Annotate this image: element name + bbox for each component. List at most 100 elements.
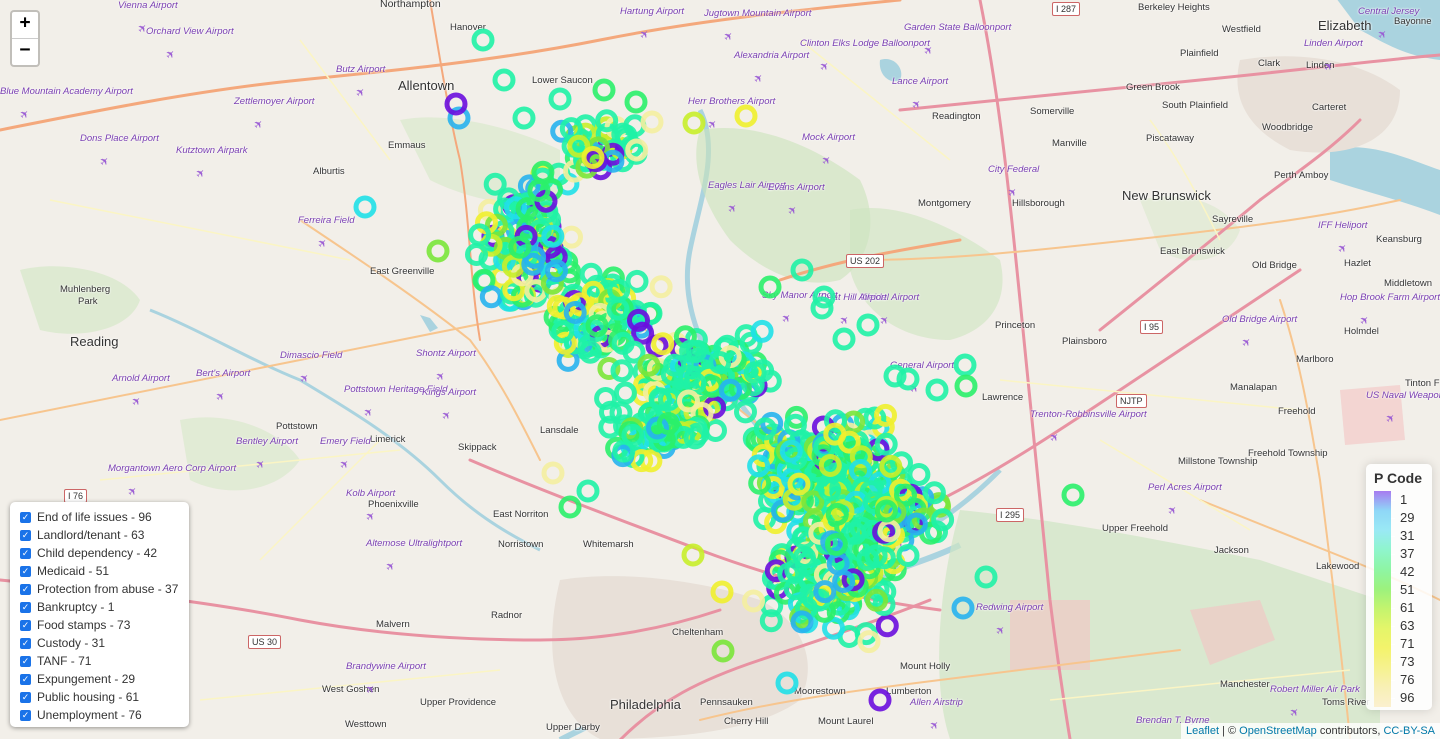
case-marker[interactable]	[541, 461, 565, 485]
case-marker[interactable]	[868, 688, 892, 712]
legend-tick	[1391, 536, 1395, 537]
case-marker[interactable]	[974, 565, 998, 589]
layer-row[interactable]: ✓ End of life issues - 96	[20, 508, 189, 526]
legend-label: 63	[1400, 618, 1415, 633]
checkbox-checked-icon[interactable]: ✓	[20, 691, 31, 703]
case-marker[interactable]	[711, 639, 735, 663]
case-marker[interactable]	[734, 104, 758, 128]
layer-row[interactable]: ✓ Custody - 31	[20, 634, 189, 652]
layer-label: Medicaid - 51	[37, 564, 110, 578]
attribution-contrib: contributors,	[1316, 725, 1384, 737]
legend-tick	[1391, 554, 1395, 555]
layer-label: TANF - 71	[37, 654, 92, 668]
legend-label: 42	[1400, 564, 1415, 579]
case-marker[interactable]	[875, 614, 899, 638]
case-marker[interactable]	[624, 90, 648, 114]
layer-label: Protection from abuse - 37	[37, 582, 179, 596]
layer-label: Custody - 31	[37, 636, 106, 650]
case-marker[interactable]	[775, 671, 799, 695]
legend-label: 71	[1400, 636, 1415, 651]
leaflet-link[interactable]: Leaflet	[1186, 725, 1219, 737]
attribution-separator: | ©	[1219, 725, 1240, 737]
map-canvas[interactable]: Northampton Hanover Allentown Lower Saucon E…	[0, 0, 1440, 739]
layer-control: ✓ End of life issues - 96 ✓ Landlord/tenan…	[10, 502, 189, 727]
case-marker[interactable]	[649, 275, 673, 299]
osm-link[interactable]: OpenStreetMap	[1239, 725, 1317, 737]
case-marker[interactable]	[953, 353, 977, 377]
layer-label: Bankruptcy - 1	[37, 600, 115, 614]
case-marker[interactable]	[710, 580, 734, 604]
layer-row[interactable]: ✓ Child dependency - 42	[20, 544, 189, 562]
legend-tick	[1391, 626, 1395, 627]
checkbox-checked-icon[interactable]: ✓	[20, 565, 31, 577]
layer-row[interactable]: ✓ Expungement - 29	[20, 670, 189, 688]
checkbox-checked-icon[interactable]: ✓	[20, 583, 31, 595]
case-marker[interactable]	[576, 479, 600, 503]
case-marker[interactable]	[512, 106, 536, 130]
zoom-in-button[interactable]: +	[12, 12, 38, 38]
legend-label: 73	[1400, 654, 1415, 669]
case-marker[interactable]	[832, 327, 856, 351]
case-marker[interactable]	[548, 87, 572, 111]
layer-label: Food stamps - 73	[37, 618, 131, 632]
case-marker[interactable]	[907, 463, 931, 486]
legend-tick	[1391, 500, 1395, 501]
marker-layer[interactable]	[0, 0, 1440, 739]
case-marker[interactable]	[492, 68, 516, 92]
legend-title: P Code	[1374, 470, 1422, 486]
legend-label: 29	[1400, 510, 1415, 525]
case-marker[interactable]	[640, 110, 664, 134]
checkbox-checked-icon[interactable]: ✓	[20, 709, 31, 721]
case-marker[interactable]	[560, 225, 583, 249]
case-marker[interactable]	[353, 195, 377, 219]
layer-row[interactable]: ✓ Protection from abuse - 37	[20, 580, 189, 598]
case-marker[interactable]	[558, 495, 582, 519]
checkbox-checked-icon[interactable]: ✓	[20, 547, 31, 559]
legend-label: 61	[1400, 600, 1415, 615]
case-marker[interactable]	[426, 239, 450, 263]
case-marker[interactable]	[790, 258, 814, 282]
checkbox-checked-icon[interactable]: ✓	[20, 529, 31, 541]
case-marker[interactable]	[951, 596, 975, 620]
legend-gradient-bar	[1374, 491, 1391, 707]
checkbox-checked-icon[interactable]: ✓	[20, 511, 31, 523]
layer-label: Unemployment - 76	[37, 708, 142, 722]
case-marker[interactable]	[1061, 483, 1085, 507]
layer-row[interactable]: ✓ Landlord/tenant - 63	[20, 526, 189, 544]
case-marker[interactable]	[681, 543, 705, 567]
layer-row[interactable]: ✓ Public housing - 61	[20, 688, 189, 706]
legend-tick	[1391, 572, 1395, 573]
case-marker[interactable]	[734, 400, 757, 424]
case-marker[interactable]	[682, 111, 706, 135]
checkbox-checked-icon[interactable]: ✓	[20, 655, 31, 667]
case-marker[interactable]	[471, 28, 495, 52]
legend-tick	[1391, 590, 1395, 591]
legend-tick	[1391, 518, 1395, 519]
case-marker[interactable]	[742, 589, 765, 613]
layer-row[interactable]: ✓ Unemployment - 76	[20, 706, 189, 724]
checkbox-checked-icon[interactable]: ✓	[20, 601, 31, 613]
case-marker[interactable]	[625, 269, 649, 293]
layer-row[interactable]: ✓ Medicaid - 51	[20, 562, 189, 580]
checkbox-checked-icon[interactable]: ✓	[20, 637, 31, 649]
case-marker[interactable]	[613, 381, 637, 405]
attribution: Leaflet | © OpenStreetMap contributors, …	[1180, 723, 1440, 739]
case-marker[interactable]	[925, 378, 949, 402]
layer-label: Expungement - 29	[37, 672, 136, 686]
license-link[interactable]: CC-BY-SA	[1383, 725, 1435, 737]
legend-label: 37	[1400, 546, 1415, 561]
layer-row[interactable]: ✓ TANF - 71	[20, 652, 189, 670]
layer-row[interactable]: ✓ Bankruptcy - 1	[20, 598, 189, 616]
zoom-out-button[interactable]: −	[12, 38, 38, 65]
case-marker[interactable]	[856, 313, 880, 337]
layer-label: End of life issues - 96	[37, 510, 152, 524]
case-marker[interactable]	[592, 78, 616, 102]
layer-row[interactable]: ✓ Food stamps - 73	[20, 616, 189, 634]
checkbox-checked-icon[interactable]: ✓	[20, 619, 31, 631]
legend-tick	[1391, 680, 1395, 681]
case-marker[interactable]	[758, 275, 782, 299]
legend-label: 76	[1400, 672, 1415, 687]
case-marker[interactable]	[954, 374, 978, 398]
layer-label: Public housing - 61	[37, 690, 140, 704]
checkbox-checked-icon[interactable]: ✓	[20, 673, 31, 685]
